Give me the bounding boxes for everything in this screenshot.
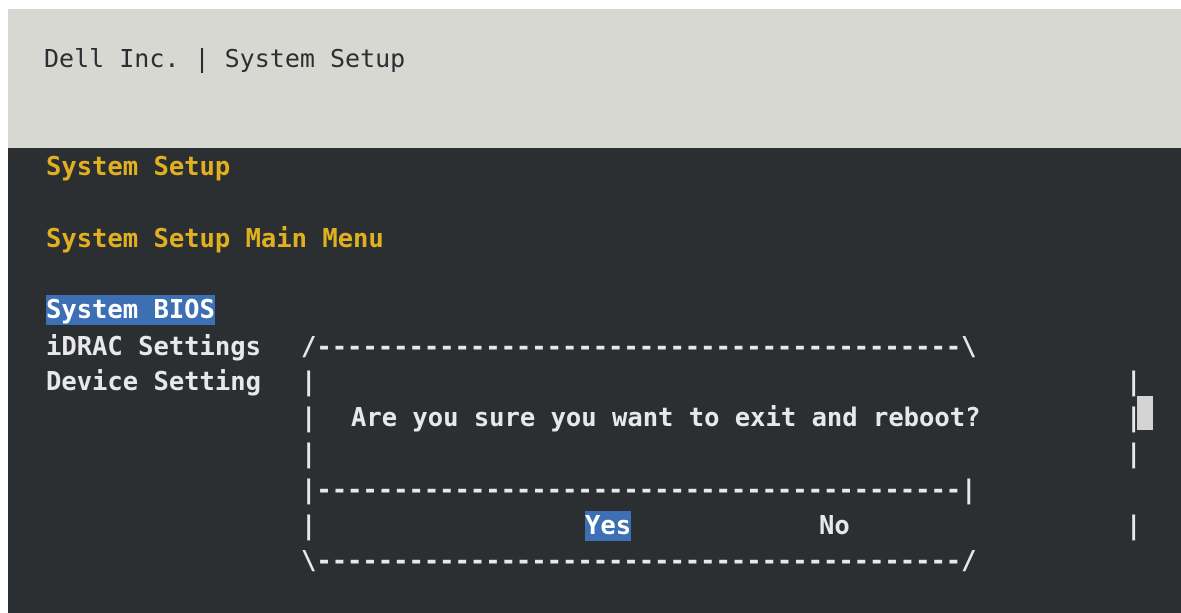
menu-item-device-settings[interactable]: Device Setting: [46, 366, 261, 398]
dialog-border-left: |: [301, 403, 317, 433]
dialog-border-left: |: [301, 439, 317, 469]
dialog-border-left: |: [301, 511, 317, 541]
dialog-border-right: |: [1126, 367, 1142, 397]
dialog-border-right: |: [1126, 511, 1142, 541]
page-subtitle: System Setup Main Menu: [46, 224, 384, 254]
menu-item-label: Device Setting: [46, 367, 261, 397]
dialog-border-top: /---------------------------------------…: [301, 332, 977, 362]
yes-button-label: Yes: [585, 511, 632, 541]
menu-item-label: iDRAC Settings: [46, 332, 261, 362]
menu-item-idrac-settings[interactable]: iDRAC Settings: [46, 331, 261, 363]
text-cursor: [1137, 396, 1153, 430]
no-button-label: No: [819, 511, 850, 541]
dialog-border-right: |: [1126, 439, 1142, 469]
no-button[interactable]: No: [819, 510, 850, 542]
header-title: Dell Inc. | System Setup: [44, 44, 406, 73]
dialog-message: Are you sure you want to exit and reboot…: [351, 403, 981, 433]
console-area: System Setup System Setup Main Menu Syst…: [8, 148, 1181, 613]
bios-setup-screen: Dell Inc. | System Setup System Setup Sy…: [0, 0, 1181, 613]
menu-item-label: System BIOS: [46, 295, 215, 325]
dialog-border-left: |: [301, 367, 317, 397]
yes-button[interactable]: Yes: [585, 510, 632, 542]
page-title: System Setup: [46, 152, 231, 182]
header-bar: Dell Inc. | System Setup: [8, 9, 1181, 148]
dialog-border-bottom: \---------------------------------------…: [301, 546, 977, 576]
dialog-separator: |---------------------------------------…: [301, 475, 977, 505]
menu-item-system-bios[interactable]: System BIOS: [46, 294, 215, 326]
